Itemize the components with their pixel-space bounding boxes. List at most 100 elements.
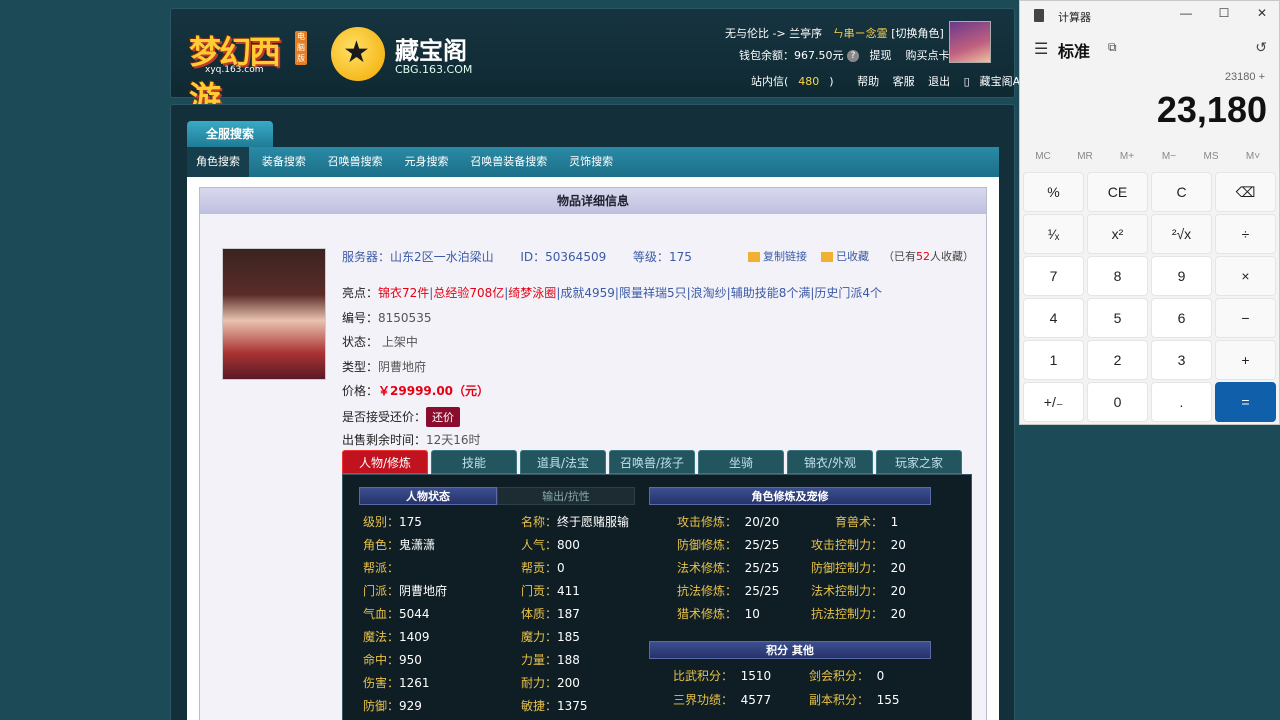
tab-full-search[interactable]: 全服搜索: [187, 121, 273, 147]
highlight-item: 成就4959: [560, 286, 615, 300]
time-value: 12天16时: [426, 433, 481, 447]
digit-0-key[interactable]: 0: [1087, 382, 1148, 422]
keep-on-top-icon[interactable]: ⧉: [1108, 40, 1117, 55]
calculator-app-icon: [1034, 9, 1044, 22]
digit-5-key[interactable]: 5: [1087, 298, 1148, 338]
serial-value: 8150535: [378, 310, 432, 325]
tab-role-cultivation[interactable]: 人物/修炼: [342, 450, 428, 474]
backspace-key[interactable]: ⌫: [1215, 172, 1276, 212]
square-key[interactable]: x²: [1087, 214, 1148, 254]
maximize-icon[interactable]: ☐: [1214, 6, 1234, 20]
calculator-titlebar[interactable]: 计算器 — ☐ ✕: [1020, 1, 1279, 31]
stat-label: 敏捷：: [521, 699, 558, 713]
digit-1-key[interactable]: 1: [1023, 340, 1084, 380]
decimal-key[interactable]: .: [1151, 382, 1212, 422]
multiply-key[interactable]: ×: [1215, 256, 1276, 296]
subnav-pet-equip-search[interactable]: 召唤兽装备搜索: [461, 147, 556, 177]
percent-key[interactable]: %: [1023, 172, 1084, 212]
stat-value: 阴曹地府: [399, 584, 448, 598]
tab-skills[interactable]: 技能: [431, 450, 517, 474]
digit-7-key[interactable]: 7: [1023, 256, 1084, 296]
highlights: 亮点：锦衣72件|总经验708亿|绮梦泳圈|成就4959|限量祥瑞5只|浪淘纱|…: [342, 286, 883, 300]
subnav-yuanshen-search[interactable]: 元身搜索: [395, 147, 457, 177]
price-value: ￥29999.00（元）: [378, 384, 490, 398]
subnav-lingshi-search[interactable]: 灵饰搜索: [560, 147, 622, 177]
tab-pets[interactable]: 召唤兽/孩子: [609, 450, 695, 474]
close-icon[interactable]: ✕: [1252, 6, 1272, 20]
history-icon[interactable]: ↺: [1255, 39, 1267, 56]
tab-mounts[interactable]: 坐骑: [698, 450, 784, 474]
stat-value: 175: [399, 515, 422, 529]
memory-clear-button[interactable]: MC: [1022, 151, 1064, 162]
stat-value: 20: [890, 584, 906, 598]
memory-store-button[interactable]: MS: [1190, 151, 1232, 162]
status-value: 上架中: [381, 335, 418, 349]
stat-label: 防御控制力：: [811, 561, 884, 575]
game-logo[interactable]: 梦幻西游 xyq.163.com 电脑版: [189, 23, 307, 117]
stat-label: 抗法修炼：: [677, 584, 738, 598]
stat-label: 门贡：: [521, 584, 558, 598]
stat-label: 法术控制力：: [811, 584, 884, 598]
section-points: 积分 其他: [649, 641, 931, 659]
digit-2-key[interactable]: 2: [1087, 340, 1148, 380]
clear-entry-key[interactable]: CE: [1087, 172, 1148, 212]
stat-label: 比武积分：: [673, 669, 734, 683]
highlight-item: 绮梦泳圈: [508, 286, 557, 300]
memory-subtract-button[interactable]: M−: [1148, 151, 1190, 162]
stat-value: 800: [557, 538, 580, 552]
switch-role-link[interactable]: [切换角色]: [891, 27, 944, 40]
equals-key[interactable]: =: [1215, 382, 1276, 422]
logout-link[interactable]: 退出: [928, 75, 950, 88]
help-link[interactable]: 帮助: [857, 75, 879, 88]
stat-label: 攻击控制力：: [811, 538, 884, 552]
tab-home[interactable]: 玩家之家: [876, 450, 962, 474]
detail-content: 人物状态 输出/抗性 角色修炼及宠修 积分 其他 级别：175 角色：鬼潇潇 帮…: [342, 474, 972, 720]
haggle-button[interactable]: 还价: [426, 406, 461, 427]
digit-9-key[interactable]: 9: [1151, 256, 1212, 296]
stat-label: 帮派：: [363, 561, 400, 575]
subnav-role-search[interactable]: 角色搜索: [187, 147, 249, 177]
inbox-link[interactable]: 站内信(480): [751, 75, 844, 88]
tab-outfits[interactable]: 锦衣/外观: [787, 450, 873, 474]
minus-key[interactable]: −: [1215, 298, 1276, 338]
withdraw-link[interactable]: 提现: [870, 49, 892, 62]
section-role-status[interactable]: 人物状态: [359, 487, 497, 505]
haggle-label: 是否接受还价：: [342, 409, 427, 424]
sqrt-key[interactable]: ²√x: [1151, 214, 1212, 254]
detail-tabs: 人物/修炼 技能 道具/法宝 召唤兽/孩子 坐骑 锦衣/外观 玩家之家: [342, 450, 982, 474]
memory-recall-button[interactable]: MR: [1064, 151, 1106, 162]
digit-3-key[interactable]: 3: [1151, 340, 1212, 380]
tab-items[interactable]: 道具/法宝: [520, 450, 606, 474]
stat-label: 角色：: [363, 538, 400, 552]
service-link[interactable]: 客服: [893, 75, 915, 88]
memory-add-button[interactable]: M+: [1106, 151, 1148, 162]
help-circle-icon[interactable]: ?: [847, 50, 859, 62]
section-cultivation: 角色修炼及宠修: [649, 487, 931, 505]
serial-label: 编号：: [342, 310, 379, 325]
negate-key[interactable]: +/₋: [1023, 382, 1084, 422]
divide-key[interactable]: ÷: [1215, 214, 1276, 254]
minimize-icon[interactable]: —: [1176, 6, 1196, 20]
level-value: 175: [668, 250, 692, 264]
reciprocal-key[interactable]: ¹⁄ₓ: [1023, 214, 1084, 254]
digit-4-key[interactable]: 4: [1023, 298, 1084, 338]
buy-card-link[interactable]: 购买点卡: [906, 49, 950, 62]
stat-value: 10: [744, 607, 760, 621]
type-label: 类型：: [342, 359, 379, 374]
user-avatar[interactable]: [949, 21, 991, 63]
digit-6-key[interactable]: 6: [1151, 298, 1212, 338]
stat-value: 1261: [399, 676, 430, 690]
hamburger-menu-icon[interactable]: ☰: [1034, 39, 1048, 59]
stat-label: 三界功绩：: [673, 693, 734, 707]
subnav-equip-search[interactable]: 装备搜索: [253, 147, 315, 177]
clear-key[interactable]: C: [1151, 172, 1212, 212]
cbg-logo[interactable]: ★ 藏宝阁 CBG.163.COM: [331, 27, 491, 81]
subnav-pet-search[interactable]: 召唤兽搜索: [319, 147, 392, 177]
plus-key[interactable]: +: [1215, 340, 1276, 380]
digit-8-key[interactable]: 8: [1087, 256, 1148, 296]
memory-list-button[interactable]: M˅: [1232, 151, 1274, 162]
stat-value: 1510: [740, 669, 772, 683]
time-label: 出售剩余时间：: [342, 433, 427, 447]
type-value: 阴曹地府: [378, 359, 427, 374]
section-output-resist[interactable]: 输出/抗性: [497, 487, 635, 505]
